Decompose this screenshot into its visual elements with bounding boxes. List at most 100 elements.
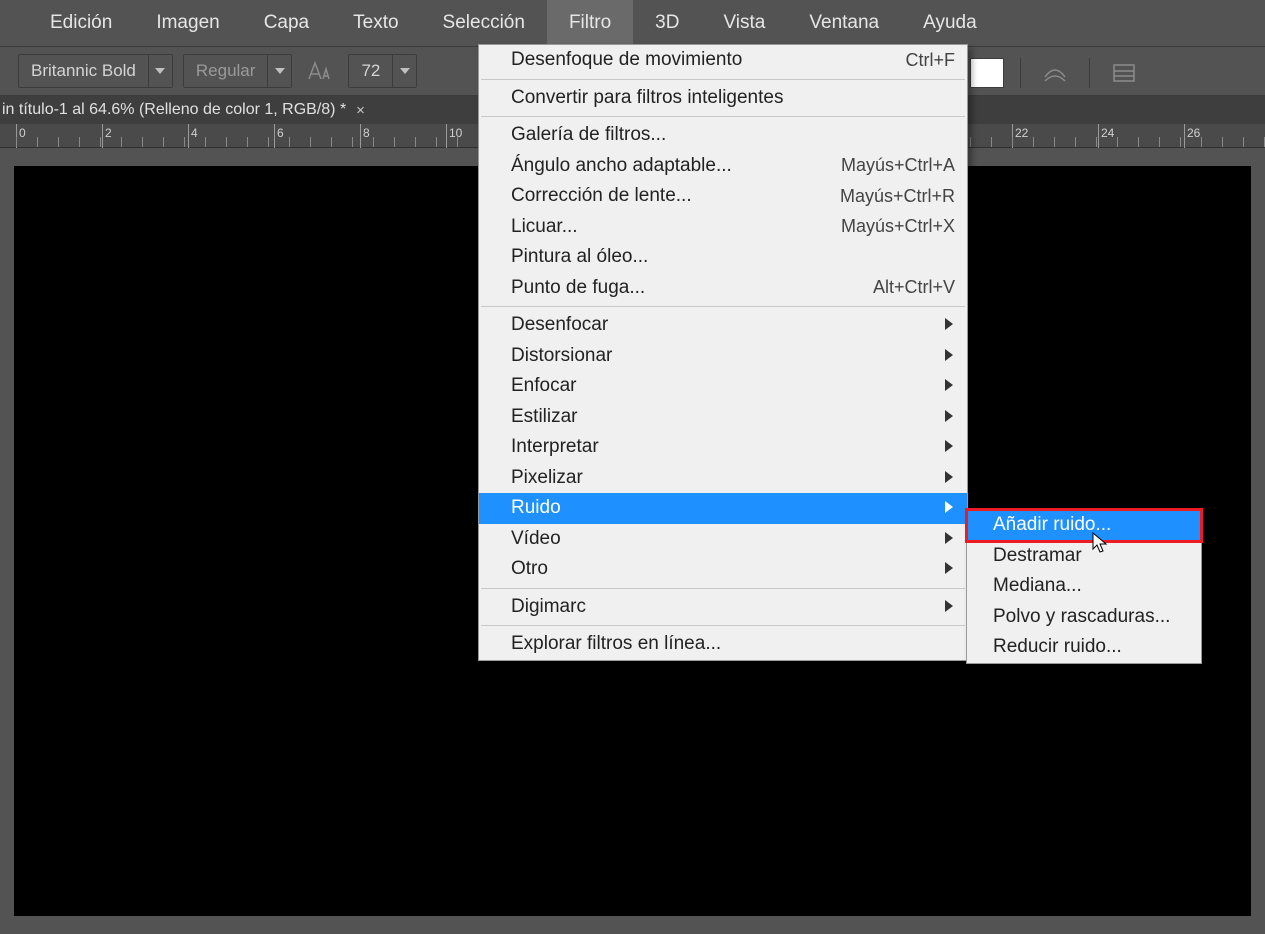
menu-separator	[481, 116, 965, 117]
ruler-tick-label: 4	[191, 126, 198, 140]
menu-separator	[481, 625, 965, 626]
menu-imagen[interactable]: Imagen	[134, 0, 241, 46]
submenu-item-label: Reducir ruido...	[993, 636, 1189, 658]
menu-item[interactable]: Enfocar	[479, 371, 967, 402]
menu-item-label: Pixelizar	[511, 467, 955, 489]
menu-item-label: Desenfocar	[511, 314, 955, 336]
menu-item-label: Convertir para filtros inteligentes	[511, 87, 955, 109]
menu-item[interactable]: Pixelizar	[479, 463, 967, 494]
submenu-arrow-icon	[945, 406, 953, 428]
submenu-arrow-icon	[945, 497, 953, 519]
submenu-item-label: Destramar	[993, 545, 1189, 567]
font-style-combo[interactable]: Regular	[183, 54, 293, 88]
menu-item[interactable]: Desenfoque de movimientoCtrl+F	[479, 45, 967, 76]
menu-item-label: Ruido	[511, 497, 955, 519]
menu-item-label: Pintura al óleo...	[511, 246, 955, 268]
menu-3d[interactable]: 3D	[633, 0, 701, 46]
font-size-combo[interactable]: 72	[348, 54, 417, 88]
ruler-tick-label: 0	[19, 126, 26, 140]
menu-item[interactable]: Desenfocar	[479, 310, 967, 341]
menu-separator	[481, 306, 965, 307]
menu-item-label: Enfocar	[511, 375, 955, 397]
menu-item-label: Otro	[511, 558, 955, 580]
menu-selección[interactable]: Selección	[421, 0, 547, 46]
submenu-item-label: Mediana...	[993, 575, 1189, 597]
menu-vista[interactable]: Vista	[701, 0, 787, 46]
ruler-tick-label: 22	[1015, 126, 1028, 140]
font-size-value: 72	[349, 61, 392, 81]
document-tab[interactable]: in título-1 al 64.6% (Relleno de color 1…	[0, 97, 377, 123]
menu-item-label: Punto de fuga...	[511, 277, 873, 299]
menu-item-label: Explorar filtros en línea...	[511, 633, 955, 655]
menu-item-shortcut: Ctrl+F	[906, 50, 956, 71]
submenu-arrow-icon	[945, 528, 953, 550]
menu-item-shortcut: Mayús+Ctrl+X	[841, 216, 955, 237]
menu-texto[interactable]: Texto	[331, 0, 420, 46]
submenu-arrow-icon	[945, 314, 953, 336]
menu-item[interactable]: Otro	[479, 554, 967, 585]
menu-item-label: Vídeo	[511, 528, 955, 550]
menu-ventana[interactable]: Ventana	[787, 0, 901, 46]
font-family-combo[interactable]: Britannic Bold	[18, 54, 173, 88]
menu-item[interactable]: Ángulo ancho adaptable...Mayús+Ctrl+A	[479, 151, 967, 182]
submenu-item[interactable]: Añadir ruido...	[967, 510, 1201, 541]
submenu-item[interactable]: Reducir ruido...	[967, 632, 1201, 663]
filter-menu: Desenfoque de movimientoCtrl+F Convertir …	[478, 44, 968, 661]
submenu-arrow-icon	[945, 375, 953, 397]
noise-submenu: Añadir ruido... Destramar Mediana... Polvo …	[966, 509, 1202, 664]
menu-bar: EdiciónImagenCapaTextoSelecciónFiltro3DV…	[0, 0, 1265, 46]
menu-item-label: Licuar...	[511, 216, 841, 238]
menu-item[interactable]: Corrección de lente...Mayús+Ctrl+R	[479, 181, 967, 212]
menu-item[interactable]: Pintura al óleo...	[479, 242, 967, 273]
menu-item[interactable]: Vídeo	[479, 524, 967, 555]
menu-item-label: Ángulo ancho adaptable...	[511, 155, 841, 177]
menu-ayuda[interactable]: Ayuda	[901, 0, 999, 46]
ruler-tick-label: 26	[1187, 126, 1200, 140]
ruler-tick-label: 2	[105, 126, 112, 140]
menu-edición[interactable]: Edición	[28, 0, 134, 46]
menu-item-label: Corrección de lente...	[511, 185, 840, 207]
chevron-down-icon	[267, 55, 291, 87]
menu-item[interactable]: Digimarc	[479, 592, 967, 623]
ruler-tick-label: 8	[363, 126, 370, 140]
character-panel-icon[interactable]	[1106, 55, 1142, 91]
menu-item-label: Distorsionar	[511, 345, 955, 367]
menu-item[interactable]: Punto de fuga...Alt+Ctrl+V	[479, 273, 967, 304]
menu-item[interactable]: Distorsionar	[479, 341, 967, 372]
document-tab-title: in título-1 al 64.6% (Relleno de color 1…	[2, 101, 346, 119]
submenu-item[interactable]: Polvo y rascaduras...	[967, 602, 1201, 633]
menu-item-label: Galería de filtros...	[511, 124, 955, 146]
font-style-value: Regular	[184, 61, 268, 81]
chevron-down-icon	[392, 55, 416, 87]
menu-item[interactable]: Estilizar	[479, 402, 967, 433]
chevron-down-icon	[148, 55, 172, 87]
menu-item[interactable]: Interpretar	[479, 432, 967, 463]
submenu-arrow-icon	[945, 436, 953, 458]
menu-capa[interactable]: Capa	[242, 0, 331, 46]
menu-item-shortcut: Mayús+Ctrl+R	[840, 186, 955, 207]
text-color-swatch[interactable]	[970, 58, 1004, 88]
ruler-tick-label: 6	[277, 126, 284, 140]
submenu-item-label: Polvo y rascaduras...	[993, 606, 1189, 628]
menu-item[interactable]: Licuar...Mayús+Ctrl+X	[479, 212, 967, 243]
submenu-item[interactable]: Mediana...	[967, 571, 1201, 602]
menu-item[interactable]: Convertir para filtros inteligentes	[479, 83, 967, 114]
menu-separator	[481, 588, 965, 589]
submenu-item[interactable]: Destramar	[967, 541, 1201, 572]
menu-item-shortcut: Mayús+Ctrl+A	[841, 155, 955, 176]
menu-item[interactable]: Ruido	[479, 493, 967, 524]
close-icon[interactable]: ×	[356, 102, 365, 119]
menu-item-label: Desenfoque de movimiento	[511, 49, 906, 71]
submenu-arrow-icon	[945, 345, 953, 367]
menu-filtro[interactable]: Filtro	[547, 0, 633, 46]
menu-item-label: Estilizar	[511, 406, 955, 428]
separator	[1089, 58, 1090, 88]
menu-item[interactable]: Explorar filtros en línea...	[479, 629, 967, 660]
ruler-tick-label: 10	[449, 126, 462, 140]
warp-text-icon[interactable]	[1037, 55, 1073, 91]
menu-item[interactable]: Galería de filtros...	[479, 120, 967, 151]
submenu-arrow-icon	[945, 596, 953, 618]
submenu-arrow-icon	[945, 467, 953, 489]
menu-item-shortcut: Alt+Ctrl+V	[873, 277, 955, 298]
font-size-icon	[302, 53, 338, 89]
